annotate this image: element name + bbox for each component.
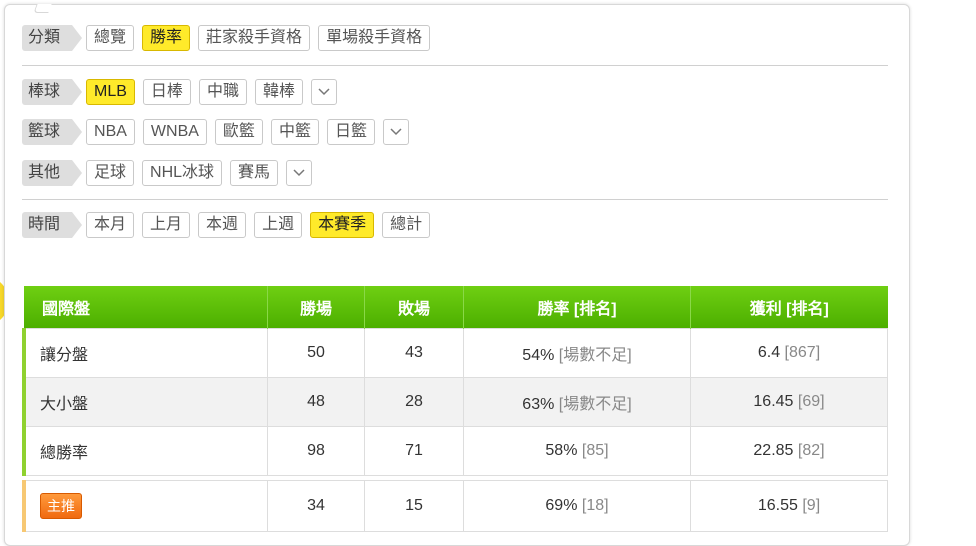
table-row: 讓分盤 50 43 54% [場數不足] 6.4 [867] <box>22 328 888 378</box>
filter-row-category: 分類 總覽 勝率 莊家殺手資格 單場殺手資格 <box>22 25 438 51</box>
filter-option-other[interactable]: 足球 <box>86 160 135 186</box>
losses-cell: 28 <box>364 377 464 427</box>
profit-value: 6.4 <box>757 344 781 361</box>
filter-option-basketball[interactable]: 歐籃 <box>214 119 263 145</box>
filter-row-other: 其他 足球 NHL冰球 賽馬 <box>22 160 313 186</box>
profit-value: 22.85 <box>753 442 794 459</box>
filter-option-time[interactable]: 上月 <box>142 212 191 238</box>
wins-cell: 34 <box>267 480 365 532</box>
filter-row-baseball: 棒球 MLB 日棒 中職 韓棒 <box>22 79 337 105</box>
filter-option-basketball[interactable]: 日籃 <box>326 119 375 145</box>
filter-option-baseball[interactable]: 中職 <box>198 79 247 105</box>
panel-notch <box>33 4 52 13</box>
filter-option-basketball[interactable]: 中籃 <box>270 119 319 145</box>
profit-cell: 16.55 [9] <box>690 480 888 532</box>
filter-option-time[interactable]: 本週 <box>198 212 247 238</box>
filter-option-category[interactable]: 總覽 <box>86 25 135 51</box>
header-losses: 敗場 <box>364 286 464 329</box>
row-label: 總勝率 <box>22 426 268 476</box>
win-rate-rank: [18] <box>581 497 609 514</box>
win-rate-cell: 63% [場數不足] <box>463 377 691 427</box>
win-rate-cell: 54% [場數不足] <box>463 328 691 378</box>
table-row: 總勝率 98 71 58% [85] 22.85 [82] <box>22 426 888 476</box>
filter-option-category[interactable]: 勝率 <box>142 25 191 51</box>
table-row-home: 主推 34 15 69% [18] 16.55 [9] <box>22 480 888 532</box>
divider <box>22 65 888 66</box>
chevron-down-icon[interactable] <box>382 119 409 145</box>
filter-option-time[interactable]: 本賽季 <box>310 212 375 238</box>
table-row: 大小盤 48 28 63% [場數不足] 16.45 [69] <box>22 377 888 427</box>
home-badge: 主推 <box>40 493 82 519</box>
stats-table: 國際盤 勝場 敗場 勝率 [排名] 獲利 [排名] 讓分盤 50 43 54% [場數… <box>22 286 888 532</box>
row-label: 大小盤 <box>22 377 268 427</box>
profit-cell: 6.4 [867] <box>690 328 888 378</box>
header-market: 國際盤 <box>24 286 268 329</box>
win-rate-value: 63% <box>522 396 555 413</box>
win-rate-rank: [85] <box>581 442 609 459</box>
filter-option-category[interactable]: 莊家殺手資格 <box>198 25 311 51</box>
filter-row-time: 時間 本月 上月 本週 上週 本賽季 總計 <box>22 212 438 238</box>
profit-rank: [69] <box>797 393 825 410</box>
filter-row-basketball: 籃球 NBA WNBA 歐籃 中籃 日籃 <box>22 119 409 145</box>
losses-cell: 71 <box>364 426 464 476</box>
profit-rank: [867] <box>784 344 821 361</box>
chevron-down-icon[interactable] <box>286 160 313 186</box>
filter-option-baseball[interactable]: MLB <box>86 79 135 105</box>
filter-option-time[interactable]: 本月 <box>86 212 135 238</box>
profit-rank: [9] <box>802 497 821 514</box>
filter-option-baseball[interactable]: 日棒 <box>142 79 191 105</box>
chevron-down-icon[interactable] <box>310 79 337 105</box>
profit-cell: 16.45 [69] <box>690 377 888 427</box>
filter-label-other: 其他 <box>22 160 83 186</box>
filter-label-time: 時間 <box>22 212 83 238</box>
filter-option-time[interactable]: 總計 <box>382 212 431 238</box>
win-rate-value: 69% <box>545 497 578 514</box>
filter-option-other[interactable]: 賽馬 <box>230 160 279 186</box>
filter-option-baseball[interactable]: 韓棒 <box>254 79 303 105</box>
filter-option-basketball[interactable]: WNBA <box>142 119 207 145</box>
filter-option-basketball[interactable]: NBA <box>86 119 135 145</box>
filter-label-baseball: 棒球 <box>22 79 83 105</box>
header-win-rate: 勝率 [排名] <box>463 286 691 329</box>
win-rate-cell: 58% [85] <box>463 426 691 476</box>
row-label: 讓分盤 <box>22 328 268 378</box>
losses-cell: 15 <box>364 480 464 532</box>
win-rate-rank: [場數不足] <box>558 347 632 364</box>
divider <box>22 199 888 200</box>
row-label-home: 主推 <box>22 480 268 532</box>
profit-value: 16.45 <box>753 393 794 410</box>
win-rate-cell: 69% [18] <box>463 480 691 532</box>
header-wins: 勝場 <box>267 286 365 329</box>
losses-cell: 43 <box>364 328 464 378</box>
win-rate-value: 58% <box>545 442 578 459</box>
profit-rank: [82] <box>797 442 825 459</box>
wins-cell: 98 <box>267 426 365 476</box>
filter-label-basketball: 籃球 <box>22 119 83 145</box>
filter-option-time[interactable]: 上週 <box>254 212 303 238</box>
header-profit: 獲利 [排名] <box>690 286 888 329</box>
filter-label-category: 分類 <box>22 25 83 51</box>
filter-option-other[interactable]: NHL冰球 <box>142 160 223 186</box>
wins-cell: 48 <box>267 377 365 427</box>
win-rate-rank: [場數不足] <box>558 396 632 413</box>
win-rate-value: 54% <box>522 347 555 364</box>
wins-cell: 50 <box>267 328 365 378</box>
profit-value: 16.55 <box>757 497 798 514</box>
profit-cell: 22.85 [82] <box>690 426 888 476</box>
filter-option-category[interactable]: 單場殺手資格 <box>318 25 431 51</box>
